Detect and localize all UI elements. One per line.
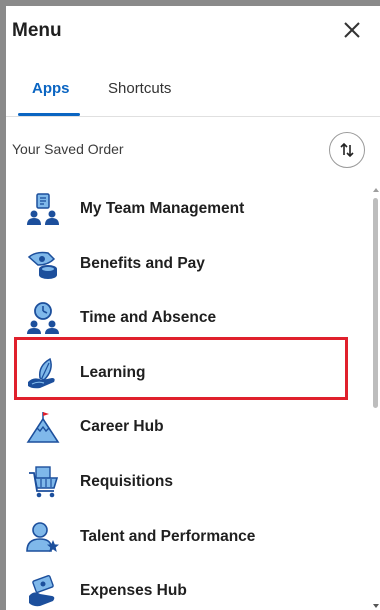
- app-item-benefits-and-pay[interactable]: Benefits and Pay: [6, 237, 366, 292]
- app-label: Benefits and Pay: [80, 254, 205, 272]
- career-hub-icon: [26, 412, 60, 444]
- menu-tabs: Apps Shortcuts: [6, 66, 380, 117]
- app-list-scrollbar[interactable]: [371, 186, 380, 610]
- menu-panel: Menu Apps Shortcuts Your Saved Order My …: [6, 6, 380, 610]
- requisitions-icon: [29, 466, 59, 498]
- learning-icon: [28, 357, 55, 389]
- app-item-time-and-absence[interactable]: Time and Absence: [6, 291, 366, 346]
- tab-apps[interactable]: Apps: [32, 80, 70, 97]
- app-label: Expenses Hub: [80, 582, 187, 600]
- active-tab-indicator: [18, 113, 80, 116]
- app-item-career-hub[interactable]: Career Hub: [6, 400, 366, 455]
- app-item-my-team-management[interactable]: My Team Management: [6, 182, 366, 237]
- close-icon[interactable]: [340, 18, 364, 42]
- sort-order-button[interactable]: [329, 132, 365, 168]
- expenses-hub-icon: [29, 575, 55, 607]
- team-management-icon: [27, 193, 59, 225]
- app-label: Career Hub: [80, 418, 164, 436]
- time-absence-icon: [27, 302, 59, 335]
- app-item-learning[interactable]: Learning: [6, 346, 366, 401]
- app-list: My Team Management Benefits and Pay Time…: [6, 182, 366, 610]
- benefits-pay-icon: [27, 251, 57, 279]
- menu-title: Menu: [12, 20, 62, 41]
- sort-arrows-icon: [340, 142, 354, 158]
- app-label: My Team Management: [80, 200, 245, 217]
- app-label: Learning: [80, 363, 146, 381]
- app-item-talent-and-performance[interactable]: Talent and Performance: [6, 510, 366, 565]
- saved-order-label: Your Saved Order: [12, 141, 124, 157]
- menu-header: Menu: [6, 6, 380, 52]
- app-label: Talent and Performance: [80, 527, 256, 545]
- talent-performance-icon: [26, 521, 59, 552]
- scroll-down-icon[interactable]: [373, 604, 379, 608]
- app-item-requisitions[interactable]: Requisitions: [6, 455, 366, 510]
- tab-shortcuts[interactable]: Shortcuts: [108, 80, 171, 97]
- scroll-up-icon[interactable]: [373, 188, 379, 192]
- scroll-thumb[interactable]: [373, 198, 378, 408]
- app-label: Time and Absence: [80, 309, 217, 327]
- app-item-expenses-hub[interactable]: Expenses Hub: [6, 564, 366, 610]
- app-label: Requisitions: [80, 472, 174, 490]
